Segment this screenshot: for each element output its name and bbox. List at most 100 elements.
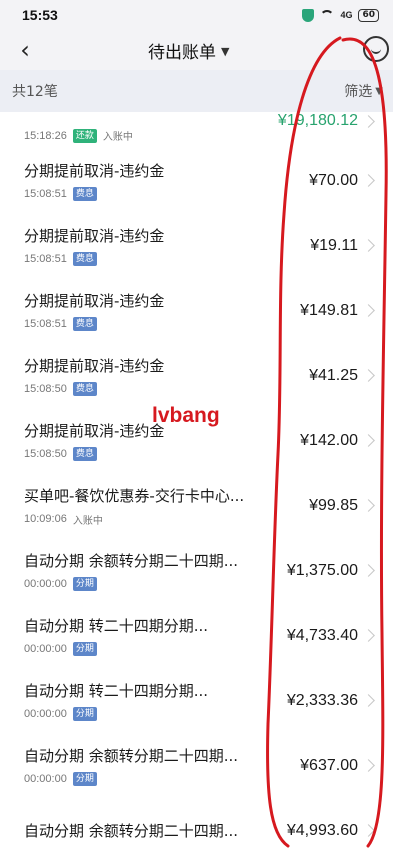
transaction-list: 15:18:26 还款 入账中 ¥19,180.12 分期提前取消-违约金 15:08:5…	[0, 112, 393, 848]
transaction-info: 分期提前取消-违约金 15:08:50 费息	[24, 355, 164, 396]
transaction-amount-wrap: ¥2,333.36	[286, 691, 375, 710]
transaction-tag: 费息	[72, 447, 97, 461]
transaction-amount-wrap: ¥4,993.60	[286, 821, 375, 840]
transaction-meta: 15:08:51 费息	[24, 252, 164, 266]
transaction-row[interactable]: 分期提前取消-违约金 15:08:50 费息 ¥142.00	[0, 408, 393, 473]
transaction-meta: 00:00:00 分期	[24, 642, 208, 656]
transaction-time: 00:00:00	[24, 708, 67, 720]
transaction-amount: ¥99.85	[309, 496, 358, 514]
transaction-status: 入账中	[102, 132, 133, 143]
transaction-row[interactable]: 分期提前取消-违约金 15:08:50 费息 ¥41.25	[0, 343, 393, 408]
transaction-time: 15:08:50	[24, 448, 67, 460]
transaction-time: 15:18:26	[24, 129, 67, 142]
transaction-time: 15:08:51	[24, 188, 67, 200]
transaction-title: 分期提前取消-违约金	[24, 162, 165, 180]
transaction-tag: 分期	[72, 577, 97, 591]
customer-service-button[interactable]	[363, 36, 389, 62]
chevron-right-icon	[362, 629, 375, 642]
filter-label: 筛选	[344, 84, 373, 100]
chevron-right-icon	[362, 174, 375, 187]
transaction-time: 00:00:00	[24, 773, 67, 785]
title-dropdown[interactable]: 待出账单 ▼	[148, 38, 229, 63]
transaction-row[interactable]: 分期提前取消-违约金 15:08:51 费息 ¥70.00	[0, 148, 393, 213]
transaction-row[interactable]: 自动分期 转二十四期分期... 00:00:00 分期 ¥4,733.40	[0, 603, 393, 668]
transaction-tag: 费息	[72, 252, 97, 266]
transaction-amount-wrap: ¥19,180.12	[277, 112, 375, 130]
chevron-left-icon: ‹	[20, 36, 30, 64]
transaction-row[interactable]: 买单吧-餐饮优惠券-交行卡中心... 10:09:06 入账中 ¥99.85	[0, 473, 393, 538]
status-time: 15:53	[22, 7, 58, 23]
transaction-row[interactable]: 分期提前取消-违约金 15:08:51 费息 ¥19.11	[0, 213, 393, 278]
transaction-meta: 00:00:00 分期	[24, 577, 238, 591]
transaction-title: 分期提前取消-违约金	[24, 422, 165, 440]
chevron-right-icon	[362, 239, 375, 252]
chevron-right-icon	[362, 304, 375, 317]
transaction-title: 自动分期 余额转分期二十四期...	[24, 552, 239, 570]
transaction-meta: 00:00:00 分期	[24, 772, 238, 786]
transaction-meta: 00:00:00 分期	[24, 707, 208, 721]
chevron-right-icon	[362, 434, 375, 447]
transaction-row[interactable]: 自动分期 转二十四期分期... 00:00:00 分期 ¥2,333.36	[0, 668, 393, 733]
transaction-info: 自动分期 转二十四期分期... 00:00:00 分期	[24, 615, 208, 656]
transaction-status: 入账中	[72, 515, 103, 527]
transaction-meta: 15:18:26 还款 入账中	[24, 128, 133, 143]
transaction-tag: 费息	[72, 187, 97, 201]
signal-icon: 4G	[340, 10, 353, 20]
caret-down-icon: ▼	[375, 85, 383, 97]
transaction-title: 买单吧-餐饮优惠券-交行卡中心...	[24, 486, 245, 505]
transaction-tag: 还款	[72, 128, 97, 143]
transaction-meta: 15:08:50 费息	[24, 382, 164, 396]
transaction-amount-wrap: ¥4,733.40	[286, 626, 375, 645]
transaction-row[interactable]: 自动分期 余额转分期二十四期... ¥4,993.60	[0, 798, 393, 848]
transaction-title-clipped	[24, 112, 133, 122]
transaction-info: 自动分期 余额转分期二十四期... 00:00:00 分期	[24, 745, 238, 786]
transaction-amount: ¥2,333.36	[286, 691, 358, 709]
filter-button[interactable]: 筛选 ▼	[344, 81, 383, 101]
transaction-time: 15:08:51	[24, 253, 67, 265]
transaction-title: 自动分期 余额转分期二十四期...	[24, 822, 239, 840]
chevron-right-icon	[362, 824, 375, 837]
transaction-info: 自动分期 转二十四期分期... 00:00:00 分期	[24, 680, 208, 721]
transaction-title: 分期提前取消-违约金	[24, 357, 165, 375]
transaction-info: 分期提前取消-违约金 15:08:50 费息	[24, 420, 164, 461]
status-icons: 4G 60	[302, 8, 379, 22]
transaction-time: 15:08:51	[24, 318, 67, 330]
transaction-amount: ¥4,733.40	[286, 626, 358, 644]
chevron-right-icon	[362, 694, 375, 707]
transaction-amount: ¥637.00	[300, 756, 358, 774]
back-button[interactable]: ‹	[10, 34, 40, 66]
transaction-count: 共12笔	[12, 84, 58, 100]
chevron-right-icon	[362, 499, 375, 512]
transaction-time: 10:09:06	[24, 513, 67, 525]
transaction-amount: ¥70.00	[309, 171, 358, 189]
transaction-row[interactable]: 分期提前取消-违约金 15:08:51 费息 ¥149.81	[0, 278, 393, 343]
transaction-amount: ¥19,180.12	[277, 112, 358, 129]
transaction-amount-wrap: ¥637.00	[300, 756, 375, 775]
transaction-meta: 15:08:51 费息	[24, 317, 164, 331]
transaction-info: 自动分期 余额转分期二十四期...	[24, 820, 238, 841]
transaction-meta: 15:08:51 费息	[24, 187, 164, 201]
transaction-title: 自动分期 转二十四期分期...	[24, 617, 209, 635]
transaction-meta: 10:09:06 入账中	[24, 512, 244, 527]
transaction-info: 分期提前取消-违约金 15:08:51 费息	[24, 290, 164, 331]
transaction-tag: 分期	[72, 707, 97, 721]
wifi-icon	[320, 10, 335, 20]
transaction-amount: ¥4,993.60	[286, 821, 358, 839]
chevron-right-icon	[362, 369, 375, 382]
transaction-amount: ¥19.11	[310, 236, 358, 254]
transaction-info: 15:18:26 还款 入账中	[24, 112, 133, 143]
transaction-row[interactable]: 自动分期 余额转分期二十四期... 00:00:00 分期 ¥1,375.00	[0, 538, 393, 603]
page-title: 待出账单	[148, 43, 216, 63]
transaction-time: 00:00:00	[24, 578, 67, 590]
transaction-row[interactable]: 自动分期 余额转分期二十四期... 00:00:00 分期 ¥637.00	[0, 733, 393, 798]
transaction-amount-wrap: ¥70.00	[309, 171, 375, 190]
transaction-amount: ¥41.25	[309, 366, 358, 384]
chevron-right-icon	[362, 759, 375, 772]
transaction-info: 分期提前取消-违约金 15:08:51 费息	[24, 160, 164, 201]
transaction-amount-wrap: ¥149.81	[300, 302, 375, 320]
chevron-right-icon	[362, 114, 375, 128]
status-bar: 15:53 4G 60	[0, 0, 393, 30]
transaction-row[interactable]: 15:18:26 还款 入账中 ¥19,180.12	[0, 112, 393, 148]
transaction-meta: 15:08:50 费息	[24, 447, 164, 461]
transaction-amount-wrap: ¥41.25	[309, 366, 375, 385]
